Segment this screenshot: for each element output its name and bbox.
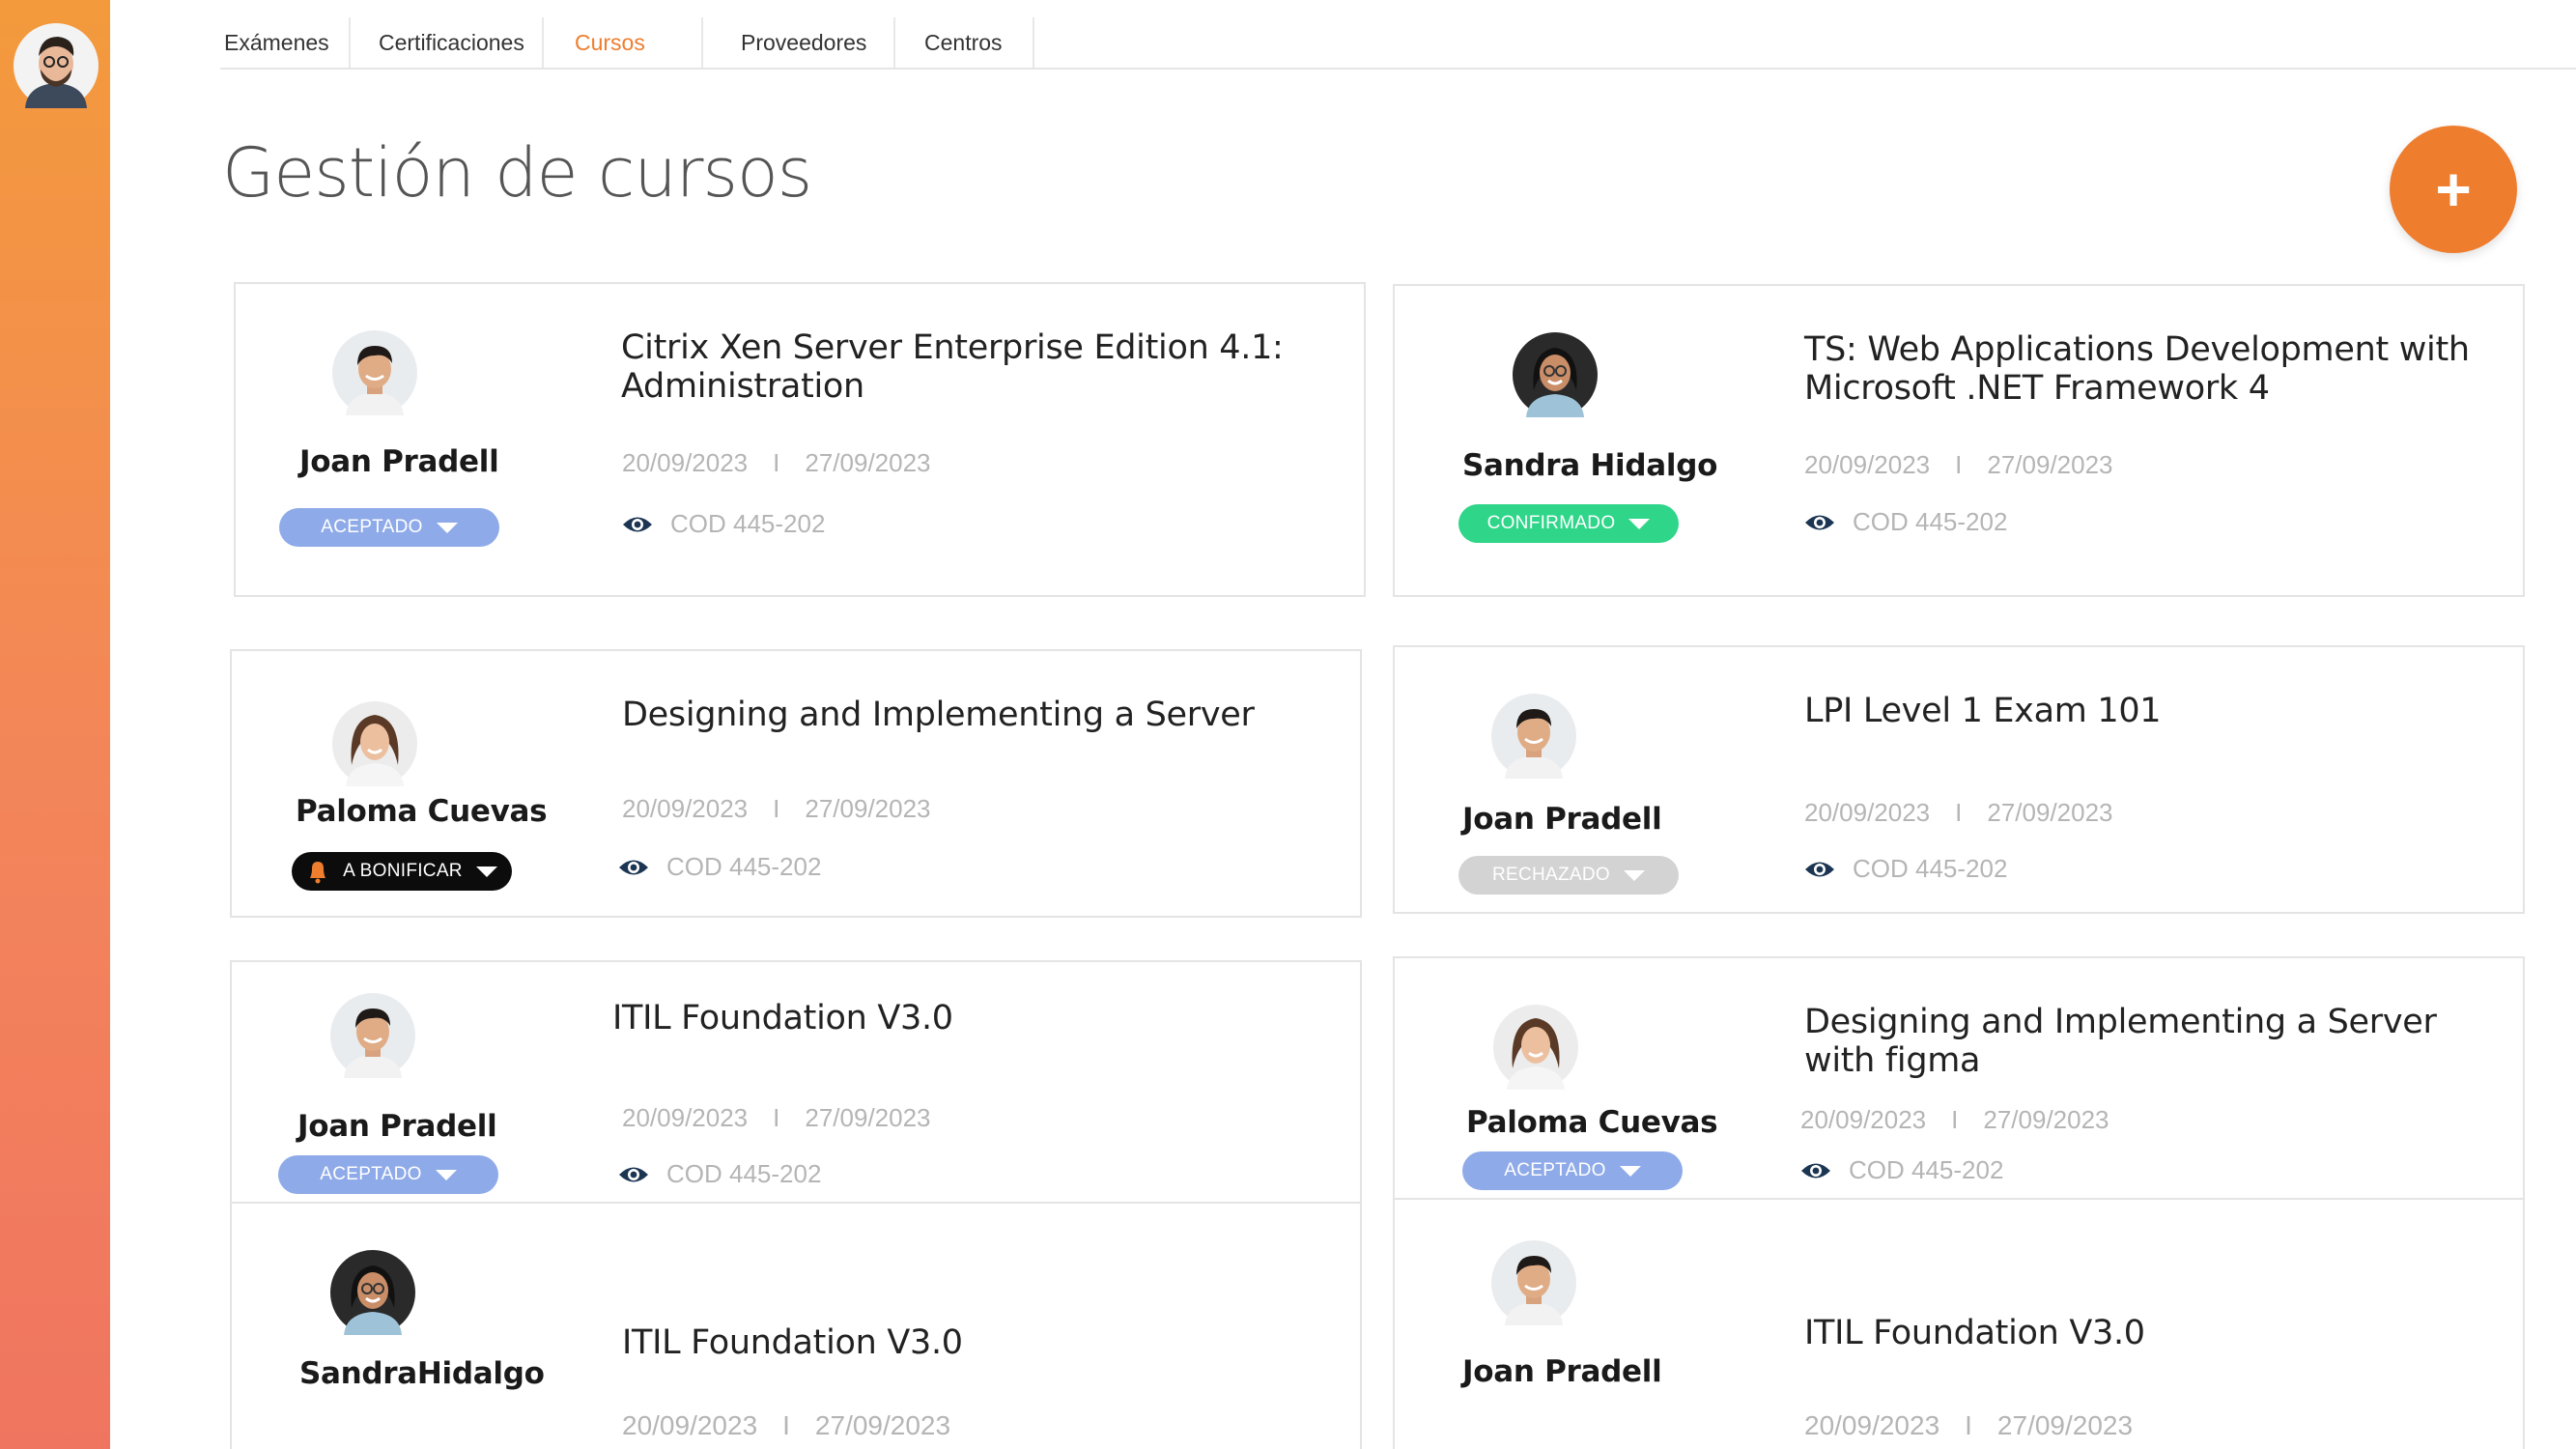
bell-icon: [310, 862, 326, 884]
avatar: [1513, 332, 1598, 417]
course-code: COD 445-202: [1800, 1155, 2003, 1185]
course-card[interactable]: Joan Pradell RECHAZADO LPI Level 1 Exam …: [1393, 645, 2525, 914]
chevron-down-icon: [475, 866, 497, 877]
person-name: Joan Pradell: [299, 444, 499, 479]
chevron-down-icon: [1619, 1165, 1641, 1177]
avatar: [1493, 1005, 1578, 1090]
course-title: Designing and Implementing a Server with …: [1804, 1003, 2437, 1080]
chevron-down-icon: [1628, 518, 1651, 529]
tab-centros[interactable]: Centros: [895, 17, 1034, 68]
top-nav: Exámenes Certificaciones Cursos Proveedo…: [220, 17, 2576, 70]
status-label: ACEPTADO: [321, 517, 423, 537]
chevron-down-icon: [436, 522, 458, 533]
course-card[interactable]: Paloma Cuevas ACEPTADO Designing and Imp…: [1393, 956, 2525, 1208]
person-name: Paloma Cuevas: [296, 794, 548, 829]
tab-examenes[interactable]: Exámenes: [220, 17, 351, 68]
course-dates: 20/09/2023 I 27/09/2023: [622, 448, 931, 477]
status-label: A BONIFICAR: [343, 861, 463, 881]
course-code: COD 445-202: [1804, 854, 2007, 884]
avatar: [1491, 694, 1576, 779]
status-dropdown[interactable]: CONFIRMADO: [1458, 504, 1679, 543]
status-dropdown[interactable]: ACEPTADO: [1462, 1151, 1683, 1190]
status-label: CONFIRMADO: [1486, 513, 1616, 533]
person-name: Joan Pradell: [297, 1109, 497, 1144]
person-name: SandraHidalgo: [299, 1356, 545, 1391]
course-card[interactable]: SandraHidalgo ITIL Foundation V3.0 20/09…: [230, 1202, 1362, 1449]
course-dates: 20/09/2023 I 27/09/2023: [622, 1103, 931, 1132]
eye-icon[interactable]: [618, 1164, 649, 1185]
status-dropdown[interactable]: ACEPTADO: [278, 1155, 498, 1194]
add-course-button[interactable]: +: [2390, 126, 2517, 253]
eye-icon[interactable]: [622, 514, 653, 535]
course-title: Citrix Xen Server Enterprise Edition 4.1…: [621, 328, 1284, 406]
course-title: ITIL Foundation V3.0: [622, 1323, 963, 1362]
avatar: [332, 701, 417, 786]
status-label: RECHAZADO: [1492, 865, 1610, 885]
avatar: [1491, 1240, 1576, 1325]
course-dates: 20/09/2023 I 27/09/2023: [1804, 1410, 2134, 1440]
eye-icon[interactable]: [1804, 512, 1835, 533]
course-card[interactable]: Joan Pradell ACEPTADO ITIL Foundation V3…: [230, 960, 1362, 1211]
course-title: Designing and Implementing a Server: [622, 696, 1255, 734]
user-avatar[interactable]: [14, 23, 99, 108]
eye-icon[interactable]: [1804, 859, 1835, 880]
course-card[interactable]: Paloma Cuevas A BONIFICAR Designing and …: [230, 649, 1362, 918]
course-title: TS: Web Applications Development with Mic…: [1804, 330, 2470, 408]
course-dates: 20/09/2023 I 27/09/2023: [1804, 450, 2113, 479]
course-dates: 20/09/2023 I 27/09/2023: [1800, 1105, 2109, 1134]
course-code: COD 445-202: [1804, 507, 2007, 537]
status-dropdown[interactable]: A BONIFICAR: [292, 852, 512, 891]
course-code: COD 445-202: [618, 852, 821, 882]
avatar: [330, 993, 415, 1078]
chevron-down-icon: [1624, 869, 1645, 881]
status-dropdown[interactable]: RECHAZADO: [1458, 856, 1679, 895]
person-name: Paloma Cuevas: [1466, 1105, 1718, 1140]
course-card[interactable]: Sandra Hidalgo CONFIRMADO TS: Web Applic…: [1393, 284, 2525, 597]
course-dates: 20/09/2023 I 27/09/2023: [1804, 798, 2113, 827]
course-title: LPI Level 1 Exam 101: [1804, 692, 2162, 730]
course-card[interactable]: Joan Pradell ITIL Foundation V3.0 20/09/…: [1393, 1198, 2525, 1449]
tab-cursos[interactable]: Cursos: [544, 17, 703, 68]
status-label: ACEPTADO: [320, 1164, 422, 1184]
tab-proveedores[interactable]: Proveedores: [703, 17, 895, 68]
eye-icon[interactable]: [1800, 1160, 1831, 1181]
course-dates: 20/09/2023 I 27/09/2023: [622, 1410, 951, 1440]
course-code: COD 445-202: [622, 509, 825, 539]
sidebar: [0, 0, 110, 1449]
course-title: ITIL Foundation V3.0: [612, 999, 953, 1037]
eye-icon[interactable]: [618, 857, 649, 878]
person-name: Sandra Hidalgo: [1462, 448, 1718, 483]
status-dropdown[interactable]: ACEPTADO: [279, 508, 499, 547]
avatar: [330, 1250, 415, 1335]
person-name: Joan Pradell: [1462, 1354, 1662, 1389]
tab-certificaciones[interactable]: Certificaciones: [351, 17, 544, 68]
course-title: ITIL Foundation V3.0: [1804, 1314, 2145, 1352]
avatar: [332, 330, 417, 415]
status-label: ACEPTADO: [1504, 1160, 1606, 1180]
page-title: Gestión de cursos: [222, 133, 812, 213]
course-code: COD 445-202: [618, 1159, 821, 1189]
chevron-down-icon: [435, 1169, 457, 1180]
course-dates: 20/09/2023 I 27/09/2023: [622, 794, 931, 823]
person-name: Joan Pradell: [1462, 802, 1662, 837]
course-card[interactable]: Joan Pradell ACEPTADO Citrix Xen Server …: [234, 282, 1366, 597]
